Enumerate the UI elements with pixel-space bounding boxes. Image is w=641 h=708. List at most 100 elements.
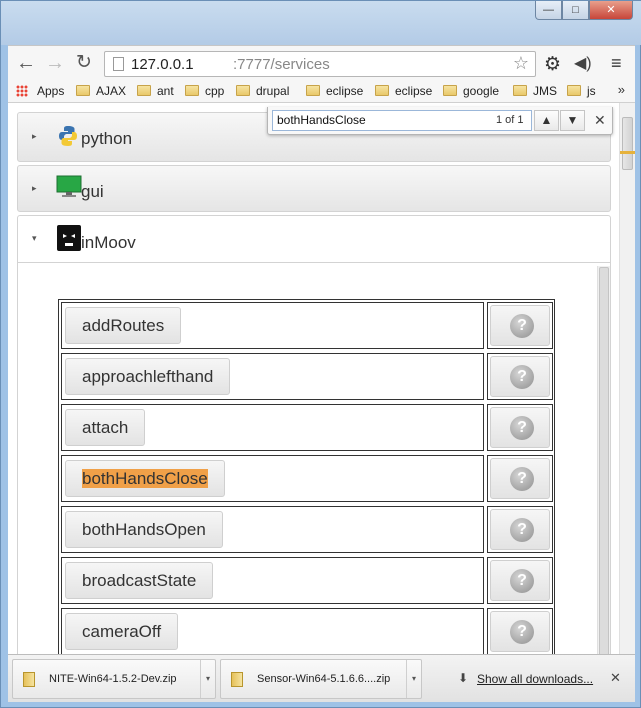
download-item[interactable]: NITE-Win64-1.5.2-Dev.zip ▾ (12, 659, 216, 699)
find-previous-button[interactable]: ▲ (534, 110, 559, 131)
panel-scrollbar-thumb[interactable] (599, 267, 609, 654)
folder-icon (567, 85, 581, 96)
collapsed-arrow-icon: ▸ (32, 131, 37, 141)
find-match-count: 1 of 1 (496, 114, 524, 126)
find-input[interactable]: bothHandsClose (272, 110, 532, 131)
reload-icon[interactable]: ↻ (72, 52, 96, 76)
help-button[interactable]: ? (490, 611, 550, 652)
panel-label-inmoov: inMoov (81, 233, 136, 252)
gear-icon[interactable]: ⚙ (544, 53, 561, 76)
help-button[interactable]: ? (490, 407, 550, 448)
bookmark-folder[interactable]: AJAX (76, 83, 126, 101)
show-all-downloads-link[interactable]: Show all downloads... (477, 672, 593, 686)
question-mark-icon: ? (510, 416, 534, 440)
question-mark-icon: ? (510, 518, 534, 542)
speaker-icon[interactable]: ◀) (574, 53, 592, 73)
help-button[interactable]: ? (490, 560, 550, 601)
question-mark-icon: ? (510, 365, 534, 389)
panel-header-inmoov[interactable]: ▾ inMoov (17, 215, 611, 263)
folder-icon (76, 85, 90, 96)
method-label: addRoutes (82, 316, 165, 335)
question-mark-icon: ? (510, 569, 534, 593)
maximize-button[interactable]: □ (562, 1, 589, 20)
bookmark-folder[interactable]: drupal (236, 83, 289, 101)
method-row: broadcastState? (59, 555, 554, 606)
bookmark-apps[interactable]: Apps (16, 83, 64, 101)
apps-grid-icon (16, 85, 28, 97)
bookmark-folder[interactable]: google (443, 83, 499, 101)
download-menu-icon[interactable]: ▾ (406, 660, 421, 698)
find-bar: bothHandsClose 1 of 1 ▲ ▼ ✕ (267, 107, 613, 135)
back-icon[interactable]: ← (14, 52, 38, 76)
method-name-cell: bothHandsOpen (61, 506, 484, 553)
method-button[interactable]: cameraOff (65, 613, 179, 650)
folder-icon (137, 85, 151, 96)
folder-icon (185, 85, 199, 96)
method-label: broadcastState (82, 571, 197, 590)
help-button[interactable]: ? (490, 509, 550, 550)
bookmark-folder[interactable]: JMS (513, 83, 557, 101)
panel-scrollbar[interactable] (597, 266, 610, 654)
method-name-cell: attach (61, 404, 484, 451)
close-window-button[interactable]: ✕ (589, 1, 633, 20)
method-name-cell: cameraOff (61, 608, 484, 654)
method-label: bothHandsClose (82, 469, 208, 488)
method-label: cameraOff (82, 622, 162, 641)
download-filename: Sensor-Win64-5.1.6.6....zip (257, 673, 391, 685)
bookmarks-overflow-button[interactable]: » (618, 82, 625, 97)
page-scrollbar[interactable] (619, 103, 635, 654)
method-row: attach? (59, 402, 554, 453)
bookmark-folder[interactable]: js (567, 83, 596, 101)
help-button[interactable]: ? (490, 305, 550, 346)
bookmark-folder[interactable]: ant (137, 83, 174, 101)
close-download-shelf-icon[interactable]: ✕ (610, 670, 621, 686)
zip-file-icon (23, 672, 35, 687)
download-arrow-icon: ⬇ (458, 671, 469, 685)
browser-window: — □ ✕ ← → ↻ 127.0.0.1 :7777/services ☆ ⚙… (0, 0, 641, 708)
question-mark-icon: ? (510, 314, 534, 338)
method-label: attach (82, 418, 129, 437)
bookmark-folder[interactable]: eclipse (306, 83, 363, 101)
browser-toolbar: ← → ↻ 127.0.0.1 :7777/services ☆ ⚙ ◀) ≡ (8, 45, 635, 80)
address-bar[interactable]: 127.0.0.1 :7777/services ☆ (104, 51, 536, 77)
method-button[interactable]: addRoutes (65, 307, 182, 344)
download-menu-icon[interactable]: ▾ (200, 660, 215, 698)
method-help-cell: ? (487, 557, 553, 604)
question-mark-icon: ? (510, 620, 534, 644)
folder-icon (443, 85, 457, 96)
method-button[interactable]: bothHandsOpen (65, 511, 223, 548)
method-help-cell: ? (487, 506, 553, 553)
folder-icon (236, 85, 250, 96)
download-shelf: NITE-Win64-1.5.2-Dev.zip ▾ Sensor-Win64-… (8, 654, 635, 702)
collapsed-arrow-icon: ▸ (32, 183, 37, 193)
python-logo-icon (59, 126, 77, 146)
bookmarks-bar: Apps AJAX ant cpp drupal eclipse eclipse… (8, 80, 635, 103)
bookmark-folder[interactable]: cpp (185, 83, 224, 101)
method-button[interactable]: broadcastState (65, 562, 214, 599)
find-next-button[interactable]: ▼ (560, 110, 585, 131)
help-button[interactable]: ? (490, 458, 550, 499)
methods-table: addRoutes? approachlefthand? attach? bothHa… (58, 299, 555, 654)
inmoov-panel-body: addRoutes? approachlefthand? attach? bothHa… (17, 263, 611, 654)
download-item[interactable]: Sensor-Win64-5.1.6.6....zip ▾ (220, 659, 422, 699)
panel-label-gui: gui (81, 182, 104, 201)
panel-header-gui[interactable]: ▸ gui (17, 165, 611, 212)
question-mark-icon: ? (510, 467, 534, 491)
method-button[interactable]: attach (65, 409, 146, 446)
help-button[interactable]: ? (490, 356, 550, 397)
url-host: 127.0.0.1 (131, 56, 194, 73)
panel-label-python: python (81, 129, 133, 148)
method-row: approachlefthand? (59, 351, 554, 402)
method-button[interactable]: approachlefthand (65, 358, 231, 395)
zip-file-icon (231, 672, 243, 687)
menu-icon[interactable]: ≡ (611, 53, 622, 74)
method-button[interactable]: bothHandsClose (65, 460, 225, 497)
find-close-icon[interactable]: ✕ (594, 112, 606, 129)
page-scrollbar-thumb[interactable] (622, 117, 633, 170)
folder-icon (306, 85, 320, 96)
minimize-button[interactable]: — (535, 1, 562, 20)
forward-icon[interactable]: → (43, 52, 67, 76)
star-icon[interactable]: ☆ (513, 53, 529, 74)
bookmark-folder[interactable]: eclipse (375, 83, 432, 101)
url-path: :7777/services (233, 56, 330, 73)
